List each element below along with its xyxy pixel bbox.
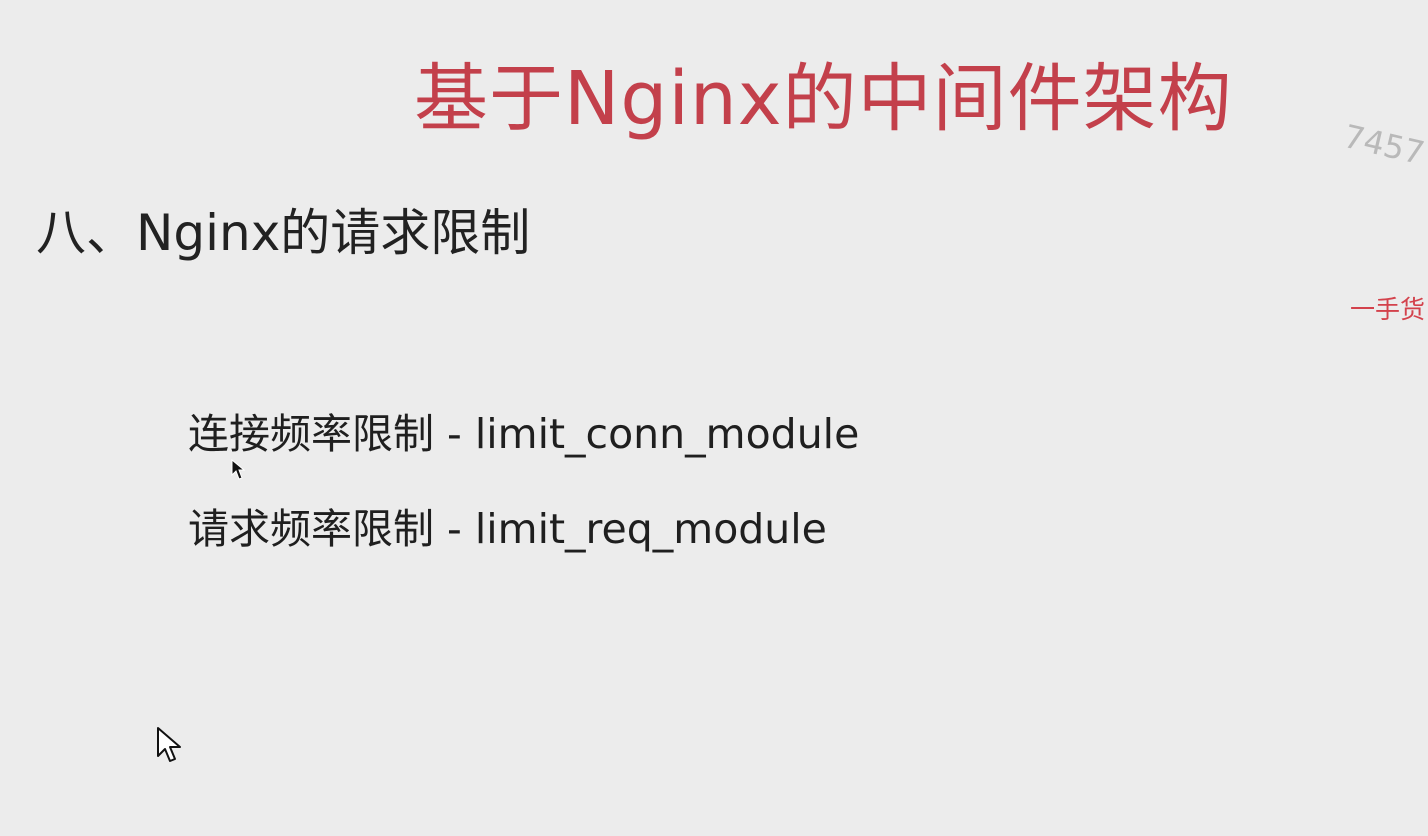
bullet-limit-conn-module: 连接频率限制 - limit_conn_module <box>188 410 860 458</box>
watermark-number: 7457 <box>1340 117 1428 173</box>
bullet-limit-req-module: 请求频率限制 - limit_req_module <box>188 505 827 553</box>
watermark-text: 一手货 <box>1350 295 1426 324</box>
pointer-cursor-icon <box>157 727 181 762</box>
section-heading: 八、Nginx的请求限制 <box>36 204 531 262</box>
presentation-slide: 基于Nginx的中间件架构 八、Nginx的请求限制 连接频率限制 - limi… <box>0 0 1428 836</box>
slide-title: 基于Nginx的中间件架构 <box>414 56 1233 142</box>
pointer-cursor-icon <box>231 459 245 480</box>
